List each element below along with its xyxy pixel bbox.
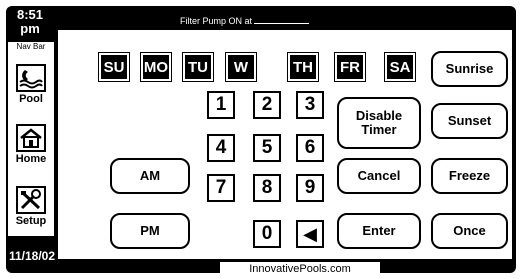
status-message: Filter Pump ON at [180,16,310,26]
nav-label-home: Home [15,153,47,165]
key-0[interactable]: 0 [253,220,281,248]
website-label: InnovativePools.com [220,262,380,276]
sunset-button[interactable]: Sunset [431,103,508,139]
day-sunday[interactable]: SU [98,52,130,82]
nav-bar-title: Nav Bar [16,42,46,51]
tools-icon [16,186,46,214]
enter-button[interactable]: Enter [337,213,421,249]
key-4[interactable]: 4 [207,134,235,162]
nav-item-pool[interactable]: Pool [8,64,54,105]
am-button[interactable]: AM [110,158,190,194]
cancel-button[interactable]: Cancel [337,158,421,194]
day-monday[interactable]: MO [140,52,172,82]
nav-label-setup: Setup [15,215,47,227]
day-friday[interactable]: FR [334,52,366,82]
pool-icon [16,64,46,92]
day-wednesday[interactable]: W [225,52,257,82]
nav-item-home[interactable]: Home [8,124,54,165]
day-thursday[interactable]: TH [287,52,319,82]
date: 11/18/02 [8,249,56,263]
nav-bar: Nav Bar Pool Home Setup [8,42,54,236]
disable-timer-button[interactable]: Disable Timer [337,97,421,149]
backspace-key[interactable]: ◀ [296,220,324,248]
sunrise-button[interactable]: Sunrise [431,51,508,87]
day-tuesday[interactable]: TU [182,52,214,82]
key-7[interactable]: 7 [207,174,235,202]
key-5[interactable]: 5 [253,134,281,162]
key-9[interactable]: 9 [296,174,324,202]
time-placeholder-line [254,23,310,24]
key-3[interactable]: 3 [296,91,324,119]
key-2[interactable]: 2 [253,91,281,119]
arrow-left-icon: ◀ [303,224,317,244]
freeze-button[interactable]: Freeze [431,158,508,194]
nav-item-setup[interactable]: Setup [8,186,54,227]
home-icon [16,124,46,152]
nav-label-pool: Pool [19,93,43,105]
key-6[interactable]: 6 [296,134,324,162]
clock: 8:51 pm [16,7,44,36]
key-1[interactable]: 1 [207,91,235,119]
key-8[interactable]: 8 [253,174,281,202]
pm-button[interactable]: PM [110,213,190,249]
status-message-text: Filter Pump ON at [180,16,253,26]
once-button[interactable]: Once [431,213,508,249]
day-saturday[interactable]: SA [384,52,416,82]
